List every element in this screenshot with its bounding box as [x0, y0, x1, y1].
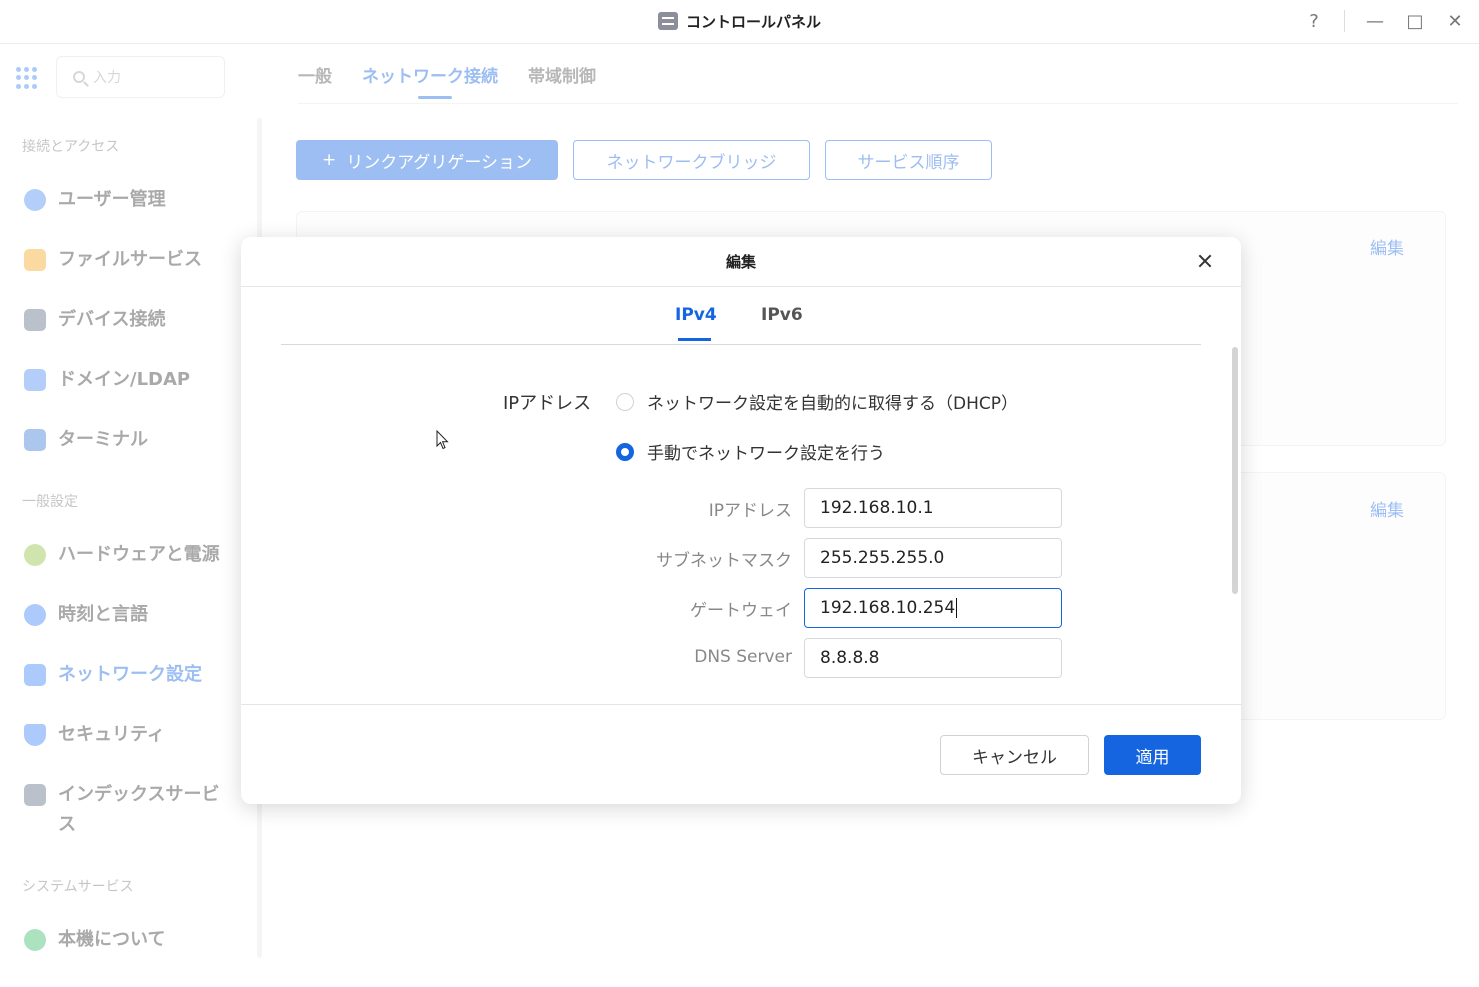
sidebar-item-network[interactable]: ネットワーク設定 [24, 660, 224, 690]
tab-network-connection[interactable]: ネットワーク接続 [362, 62, 498, 87]
shield-icon [24, 724, 46, 746]
subnet-mask-label: サブネットマスク [656, 551, 792, 571]
info-icon [24, 929, 46, 951]
section-title-access: 接続とアクセス [22, 139, 120, 155]
edit-dialog: 編集 IPv4 IPv6 IPアドレス ネットワーク設定を自動的に取得する（DH… [241, 237, 1241, 804]
close-icon[interactable] [1193, 249, 1217, 273]
sidebar-item-about[interactable]: 本機について [24, 925, 224, 955]
index-icon [24, 784, 46, 806]
title-bar: コントロールパネル ? — □ ✕ [0, 0, 1479, 44]
ip-address-value: 192.168.10.1 [820, 498, 934, 518]
sidebar-search-input[interactable]: 入力 [56, 56, 225, 98]
dialog-header-divider [241, 286, 1241, 287]
folder-icon [24, 249, 46, 271]
radio-dhcp[interactable]: ネットワーク設定を自動的に取得する（DHCP） [616, 389, 1018, 414]
terminal-icon [24, 429, 46, 451]
ip-address-input[interactable]: 192.168.10.1 [804, 488, 1062, 528]
sidebar-item-terminal[interactable]: ターミナル [24, 425, 224, 455]
sidebar-item-domain[interactable]: ドメイン/LDAP [24, 365, 224, 395]
sidebar-item-label: 時刻と言語 [58, 604, 148, 625]
gateway-input[interactable]: 192.168.10.254 [804, 588, 1062, 628]
dialog-scrollbar[interactable] [1232, 347, 1238, 594]
dns-server-value: 8.8.8.8 [820, 648, 880, 668]
radio-dhcp-button[interactable] [616, 392, 634, 411]
control-panel-icon [657, 12, 678, 30]
sidebar-item-label: セキュリティ [58, 724, 165, 745]
sidebar-item-time-language[interactable]: 時刻と言語 [24, 600, 224, 630]
dialog-tab-divider [281, 344, 1201, 345]
network-bridge-button[interactable]: ネットワークブリッジ [573, 140, 810, 180]
ip-address-mode-label: IPアドレス [503, 393, 592, 414]
button-label: リンクアグリゲーション [346, 152, 533, 173]
sidebar-item-hardware[interactable]: ハードウェアと電源 [24, 540, 224, 570]
cancel-button[interactable]: キャンセル [940, 735, 1089, 775]
tab-active-indicator [418, 96, 452, 99]
subnet-mask-value: 255.255.255.0 [820, 548, 945, 568]
sidebar-item-devices[interactable]: デバイス接続 [24, 305, 224, 335]
radio-manual-button[interactable] [616, 442, 634, 461]
gateway-label: ゲートウェイ [690, 601, 792, 621]
sidebar-item-security[interactable]: セキュリティ [24, 720, 224, 750]
sidebar-item-label: 本機について [58, 929, 166, 950]
domain-icon [24, 369, 46, 391]
sidebar-item-label: ネットワーク設定 [58, 664, 202, 685]
tab-ipv6[interactable]: IPv6 [761, 305, 803, 325]
subnet-mask-input[interactable]: 255.255.255.0 [804, 538, 1062, 578]
radio-dhcp-label: ネットワーク設定を自動的に取得する（DHCP） [647, 394, 1018, 414]
sidebar-item-label: ドメイン/LDAP [58, 369, 191, 390]
dialog-tab-indicator [678, 338, 711, 341]
ip-address-label: IPアドレス [708, 501, 792, 521]
section-title-system: システムサービス [22, 879, 134, 895]
help-button[interactable]: ? [1301, 8, 1327, 34]
sidebar-item-label: ターミナル [58, 429, 148, 450]
dns-server-label: DNS Server [694, 647, 792, 667]
tab-ipv4[interactable]: IPv4 [675, 305, 717, 325]
user-icon [24, 189, 46, 211]
window-title-group: コントロールパネル [0, 0, 1479, 42]
globe-icon [24, 604, 46, 626]
sidebar-item-label: インデックスサービス [58, 784, 220, 835]
card-edit-link[interactable]: 編集 [1370, 496, 1404, 521]
tab-bandwidth[interactable]: 帯域制御 [528, 62, 596, 87]
section-title-general: 一般設定 [22, 494, 78, 510]
main-tabs: 一般 ネットワーク接続 帯域制御 [298, 62, 596, 87]
service-order-button[interactable]: サービス順序 [825, 140, 992, 180]
sidebar-item-label: ファイルサービス [58, 249, 202, 270]
link-aggregation-button[interactable]: + リンクアグリゲーション [296, 140, 558, 180]
search-placeholder: 入力 [93, 70, 121, 86]
tab-general[interactable]: 一般 [298, 62, 332, 87]
sidebar-item-users[interactable]: ユーザー管理 [24, 185, 224, 215]
apply-button[interactable]: 適用 [1104, 735, 1201, 775]
dns-server-input[interactable]: 8.8.8.8 [804, 638, 1062, 678]
sidebar-item-label: ハードウェアと電源 [58, 544, 220, 565]
network-icon [24, 664, 46, 686]
card-edit-link[interactable]: 編集 [1370, 234, 1404, 259]
sidebar-item-index[interactable]: インデックスサービス [24, 780, 224, 840]
search-icon [73, 71, 85, 83]
apps-grid-icon[interactable] [16, 67, 38, 89]
sidebar-item-label: デバイス接続 [58, 309, 166, 330]
gateway-value: 192.168.10.254 [820, 598, 956, 618]
mouse-cursor-icon [436, 430, 449, 450]
window-title: コントロールパネル [685, 12, 821, 31]
text-caret [956, 598, 958, 618]
title-separator [1344, 10, 1345, 32]
minimize-button[interactable]: — [1362, 8, 1388, 34]
dialog-title: 編集 [725, 253, 756, 271]
tabs-divider [298, 103, 1458, 104]
close-window-button[interactable]: ✕ [1442, 8, 1468, 34]
device-icon [24, 309, 46, 331]
plus-icon: + [321, 150, 337, 170]
sidebar-item-label: ユーザー管理 [58, 189, 166, 210]
dialog-footer-divider [241, 704, 1241, 705]
radio-manual[interactable]: 手動でネットワーク設定を行う [616, 439, 885, 464]
maximize-button[interactable]: □ [1402, 8, 1428, 34]
radio-manual-label: 手動でネットワーク設定を行う [647, 444, 885, 464]
hardware-icon [24, 544, 46, 566]
sidebar-item-file-services[interactable]: ファイルサービス [24, 245, 224, 275]
